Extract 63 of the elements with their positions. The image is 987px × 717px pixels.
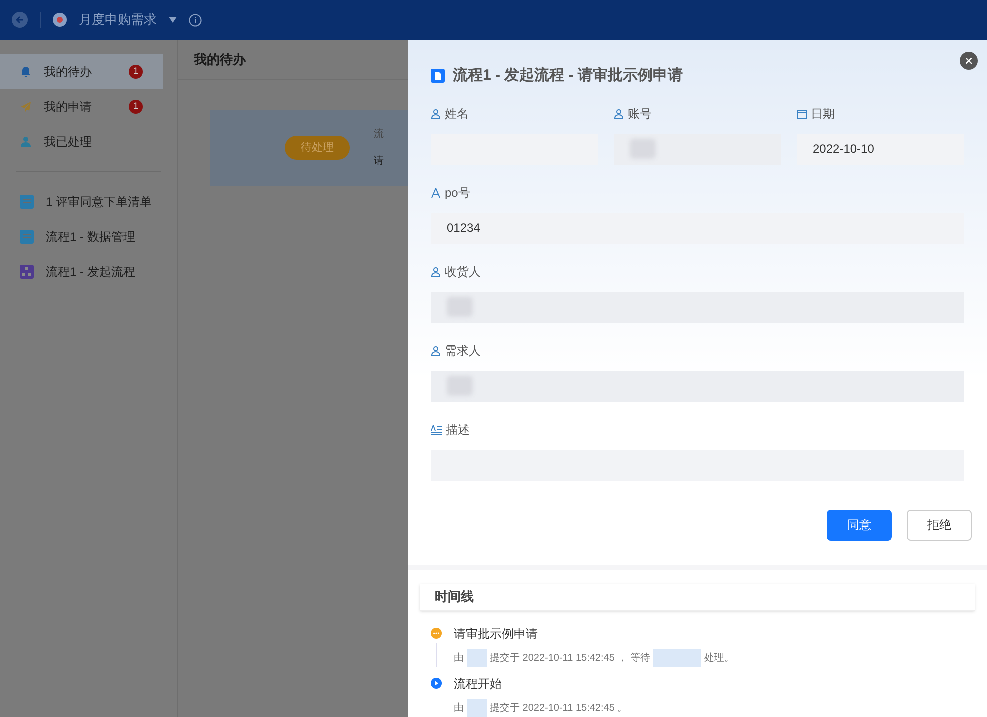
user-icon (431, 266, 441, 276)
blurred-name (467, 649, 487, 667)
app-logo-icon (53, 13, 67, 27)
drawer-title: 流程1 - 发起流程 - 请审批示例申请 (453, 66, 684, 86)
app-item[interactable]: 流程1 - 发起流程 (0, 254, 177, 289)
event-text: 提交于 2022-10-11 15:42:45 ， 等待 (490, 652, 650, 666)
input-field[interactable]: 01234 (431, 212, 964, 244)
input-field[interactable] (614, 134, 781, 164)
app-item[interactable]: 流程1 - 数据管理 (0, 219, 177, 254)
field-value: 2022-10-10 (813, 141, 874, 158)
field-label: 需求人 (445, 342, 481, 360)
event-text: 由 (454, 702, 464, 716)
task-card[interactable]: 待处理 流 请 (210, 110, 408, 186)
user-icon (431, 346, 441, 356)
event-text: 提交于 2022-10-11 15:42:45 。 (490, 702, 628, 716)
count-badge: 1 (129, 64, 143, 78)
page-title: 我的待办 (194, 50, 246, 69)
hierarchy-icon (20, 264, 34, 278)
field-label: 日期 (811, 106, 835, 122)
reject-button[interactable]: 拒绝 (907, 510, 972, 540)
sidebar-item[interactable]: 我的待办 1 (0, 54, 163, 89)
field-value: 01234 (447, 220, 480, 237)
input-field[interactable]: 2022-10-10 (797, 134, 964, 164)
list-icon (20, 230, 34, 244)
bell-icon (20, 66, 32, 78)
user-icon (431, 108, 441, 118)
back-button[interactable] (12, 12, 28, 28)
card-text: 流 (374, 128, 384, 142)
paper-plane-icon (20, 100, 32, 112)
field-label: 账号 (628, 106, 652, 122)
letter-icon (431, 188, 441, 198)
blurred-name (467, 699, 487, 717)
app-title: 月度申购需求 (79, 11, 157, 30)
close-button[interactable] (960, 52, 978, 70)
user-icon (20, 136, 32, 148)
count-badge: 1 (129, 100, 143, 114)
list-icon (20, 194, 34, 208)
blurred-name (653, 649, 702, 667)
input-field[interactable] (431, 370, 964, 402)
info-icon[interactable] (189, 14, 202, 26)
field-label: po号 (445, 184, 470, 202)
app-item[interactable]: 1 评审同意下单清单 (0, 184, 177, 219)
status-pill: 待处理 (285, 136, 350, 160)
event-text: 由 (454, 652, 464, 666)
field-label: 收货人 (445, 264, 481, 280)
field-label: 姓名 (445, 106, 469, 122)
user-icon (614, 108, 624, 118)
section-title: 时间线 (435, 588, 474, 606)
calendar-icon (797, 108, 807, 118)
back-arrow-icon (16, 16, 24, 24)
close-icon (966, 58, 972, 64)
play-dot-icon (431, 678, 442, 689)
input-field[interactable] (431, 292, 964, 322)
pending-dot-icon (431, 628, 442, 639)
event-title: 请审批示例申请 (454, 626, 539, 643)
event-title: 流程开始 (454, 676, 503, 693)
field-label: 描述 (446, 422, 470, 438)
text-lines-icon (431, 424, 442, 434)
agree-button[interactable]: 同意 (827, 510, 892, 540)
card-text: 请 (374, 154, 384, 169)
document-icon (431, 69, 445, 84)
event-text: 处理。 (704, 652, 734, 666)
caret-icon[interactable] (169, 17, 177, 23)
